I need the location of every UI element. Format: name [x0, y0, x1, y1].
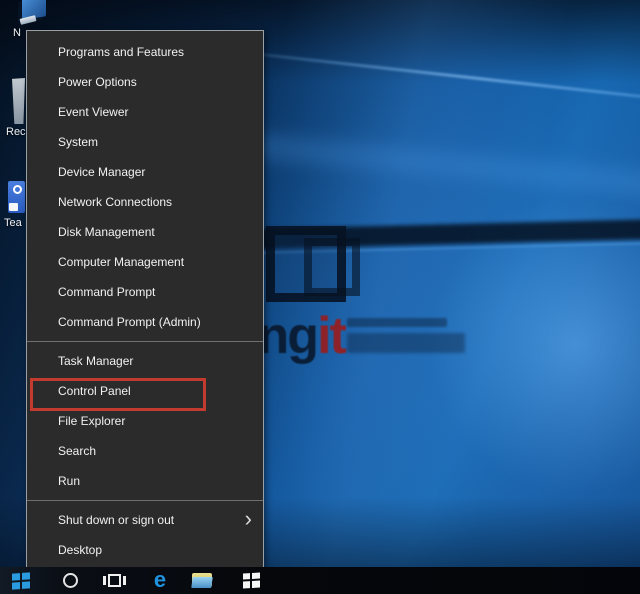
- teams-shortcut-box: [9, 203, 18, 211]
- menu-item-disk-management[interactable]: Disk Management: [27, 217, 263, 247]
- menu-item-label: Device Manager: [58, 165, 146, 179]
- menu-item-label: Shut down or sign out: [58, 513, 175, 527]
- winx-menu-group-shell: Task Manager Control Panel File Explorer Se…: [27, 346, 263, 496]
- menu-item-label: Network Connections: [58, 195, 173, 209]
- menu-item-network-connections[interactable]: Network Connections: [27, 187, 263, 217]
- windows-logo-icon: [12, 571, 30, 590]
- desktop-icon-teams-label: Tea: [4, 217, 22, 229]
- menu-item-file-explorer[interactable]: File Explorer: [27, 406, 263, 436]
- menu-item-command-prompt[interactable]: Command Prompt: [27, 277, 263, 307]
- teams-ring-glyph: [13, 185, 22, 194]
- desktop-screen: nongit N Rec Tea Programs and FeaturesPo…: [0, 0, 640, 594]
- menu-item-task-manager[interactable]: Task Manager: [27, 346, 263, 376]
- menu-item-label: Disk Management: [58, 225, 155, 239]
- watermark-fine-print-line2: [347, 333, 465, 353]
- task-view-icon-right: [122, 576, 126, 585]
- menu-item-label: File Explorer: [58, 414, 126, 428]
- menu-item-label: Search: [58, 444, 97, 458]
- menu-item-label: Control Panel: [58, 384, 131, 398]
- menu-item-power-options[interactable]: Power Options: [27, 67, 263, 97]
- file-explorer-button[interactable]: [189, 567, 215, 594]
- menu-item-desktop[interactable]: Desktop: [27, 535, 263, 565]
- desktop-icon-network-label: N: [13, 27, 21, 39]
- watermark-text-red: it: [317, 307, 347, 365]
- menu-item-label: Computer Management: [58, 255, 185, 269]
- menu-item-search[interactable]: Search: [27, 436, 263, 466]
- menu-item-programs-and-features[interactable]: Programs and Features: [27, 37, 263, 67]
- taskbar: e: [0, 567, 640, 594]
- store-button[interactable]: [238, 567, 264, 594]
- edge-icon: e: [153, 566, 167, 592]
- teams-tile-icon: [8, 181, 25, 213]
- menu-item-label: Programs and Features: [58, 45, 185, 59]
- desktop-icon-recycle-bin-label: Rec: [6, 126, 26, 138]
- start-button[interactable]: [8, 567, 34, 594]
- menu-item-label: Command Prompt: [58, 285, 156, 299]
- menu-item-label: Event Viewer: [58, 105, 129, 119]
- task-view-icon-center: [107, 574, 121, 587]
- menu-item-label: Task Manager: [58, 354, 134, 368]
- menu-item-device-manager[interactable]: Device Manager: [27, 157, 263, 187]
- menu-item-run[interactable]: Run: [27, 466, 263, 496]
- menu-item-label: Run: [58, 474, 81, 488]
- menu-item-computer-management[interactable]: Computer Management: [27, 247, 263, 277]
- menu-item-command-prompt-admin[interactable]: Command Prompt (Admin): [27, 307, 263, 337]
- winx-menu-group-tools: Programs and Features Power Options Event …: [27, 37, 263, 337]
- menu-item-label: Desktop: [58, 543, 103, 557]
- cortana-circle-icon: [62, 573, 78, 588]
- menu-item-label: System: [58, 135, 99, 149]
- menu-item-label: Power Options: [58, 75, 137, 89]
- menu-separator-2: [27, 500, 263, 501]
- watermark-fine-print-line1: [347, 318, 447, 327]
- watermark-monitor-icon-2: [304, 238, 360, 296]
- menu-item-event-viewer[interactable]: Event Viewer: [27, 97, 263, 127]
- task-view-button[interactable]: [102, 567, 126, 594]
- menu-item-control-panel[interactable]: Control Panel: [27, 376, 263, 411]
- folder-icon-front: [191, 577, 213, 588]
- menu-item-shut-down-or-sign-out[interactable]: Shut down or sign out ›: [27, 505, 263, 535]
- menu-item-label: Command Prompt (Admin): [58, 315, 201, 329]
- edge-browser-button[interactable]: e: [146, 567, 174, 594]
- menu-separator-1: [27, 341, 263, 342]
- store-icon: [242, 572, 260, 589]
- menu-item-system[interactable]: System: [27, 127, 263, 157]
- winx-menu-group-session: Shut down or sign out › Desktop: [27, 505, 263, 565]
- submenu-chevron-icon: ›: [244, 506, 252, 531]
- winx-power-user-menu: Programs and Features Power Options Event …: [26, 30, 264, 568]
- task-view-icon: [102, 576, 106, 585]
- cortana-search-button[interactable]: [58, 567, 82, 594]
